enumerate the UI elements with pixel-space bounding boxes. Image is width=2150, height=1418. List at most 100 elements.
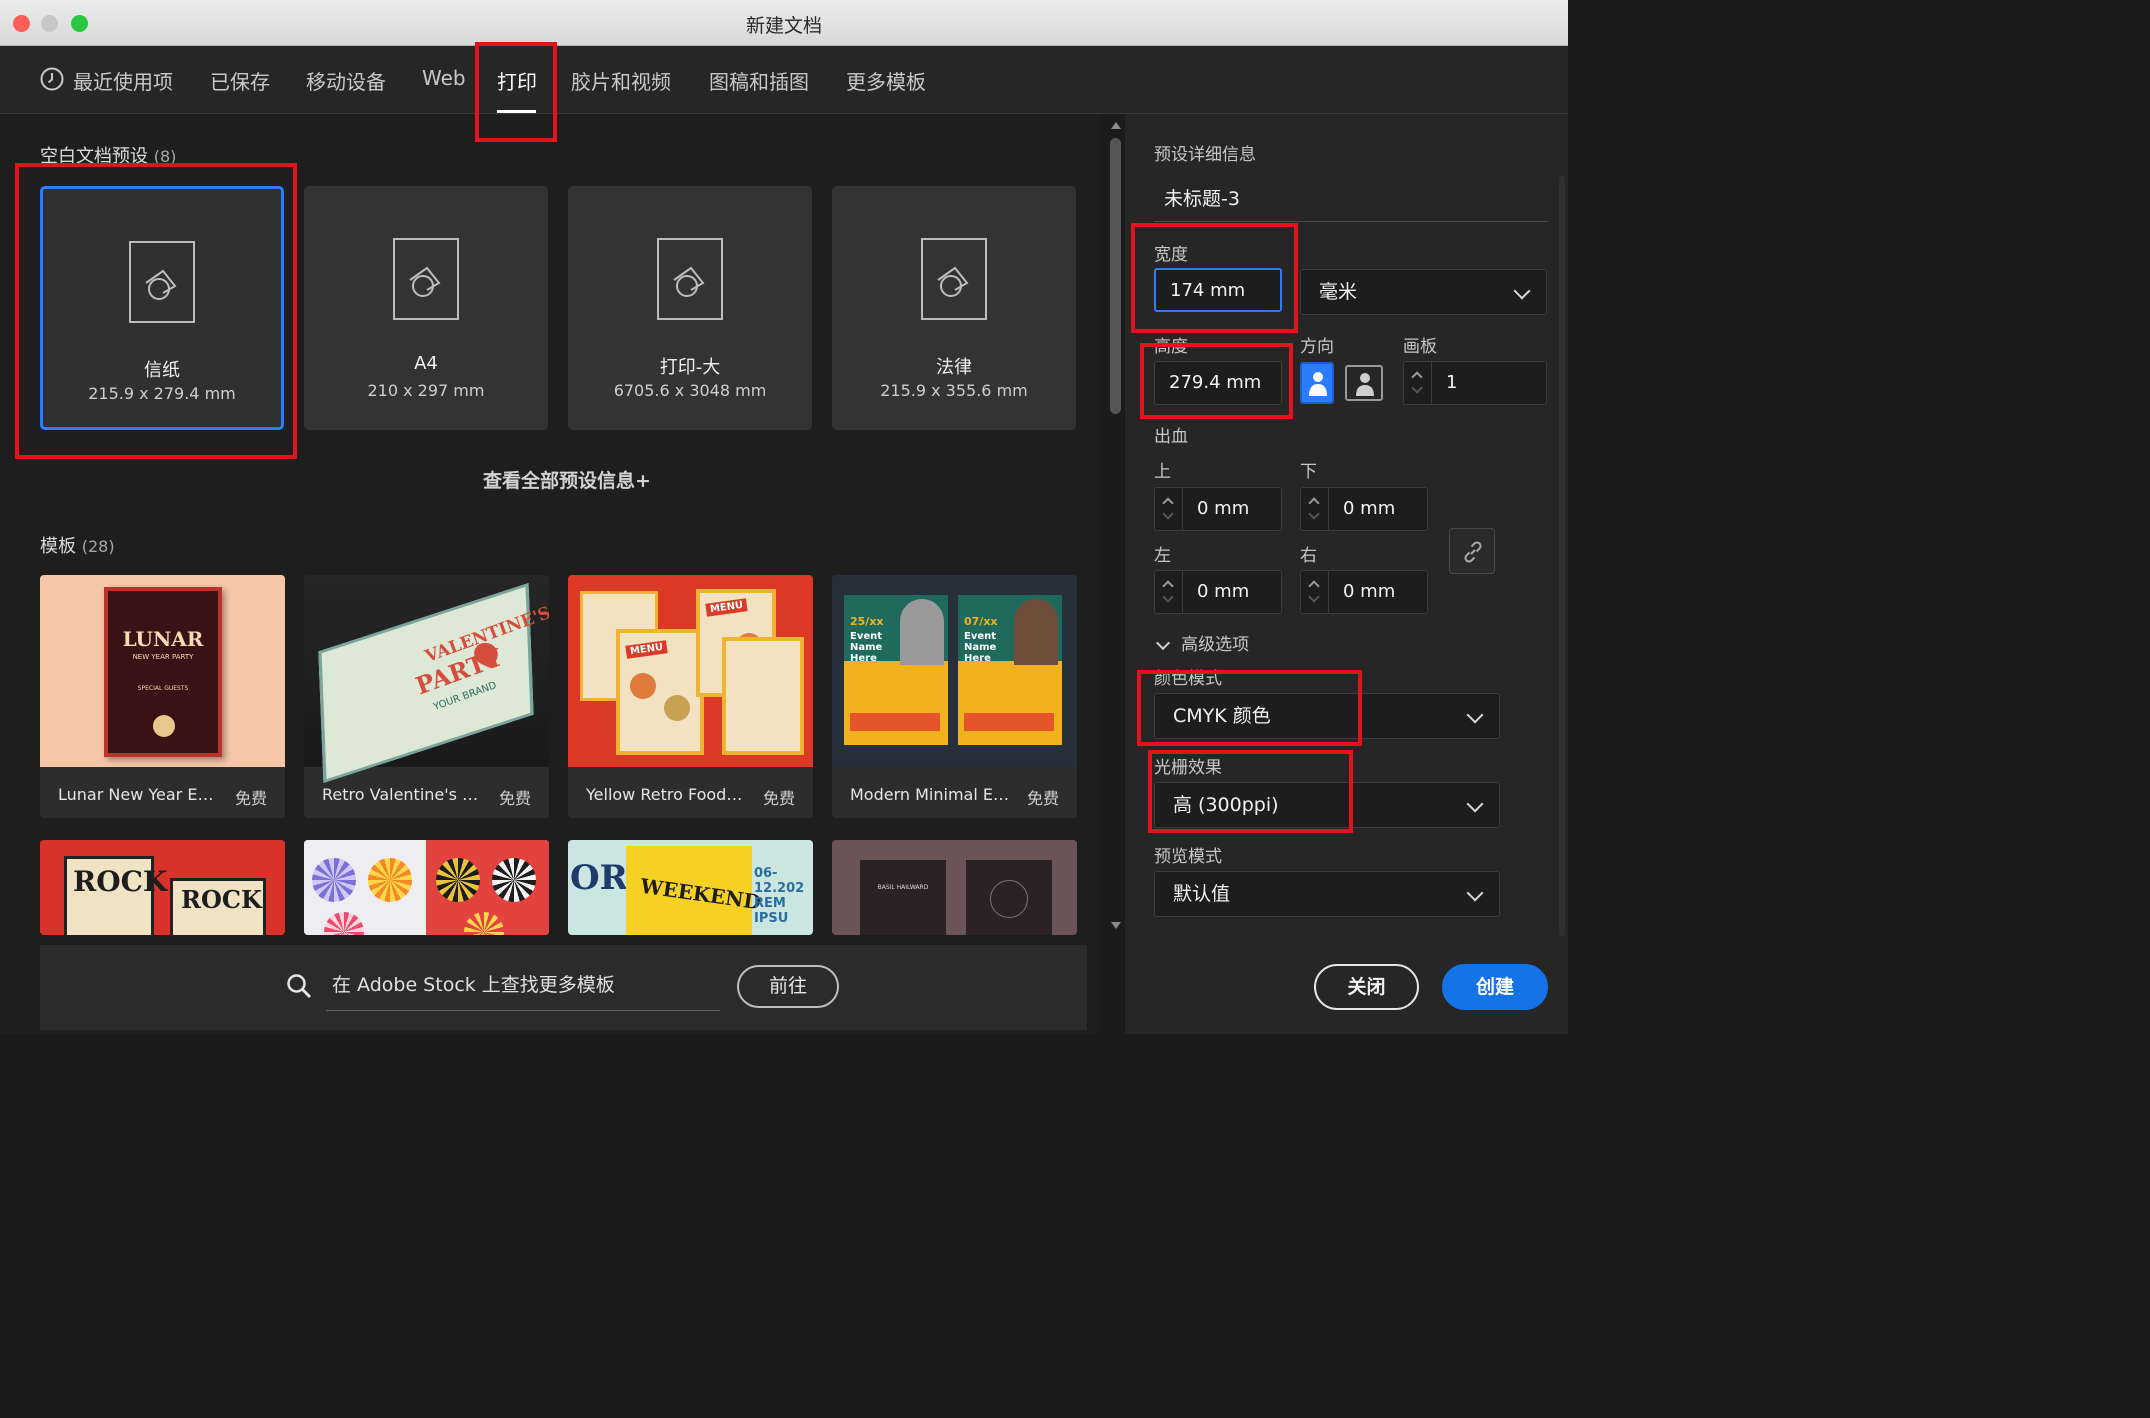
chevron-up-icon[interactable] [1308,580,1320,592]
food-shape [664,695,690,721]
chevron-up-icon[interactable] [1411,371,1423,383]
preset-card-letter[interactable]: 信纸 215.9 x 279.4 mm [40,186,284,430]
tab-saved[interactable]: 已保存 [210,66,270,95]
adobe-stock-search-bar: 在 Adobe Stock 上查找更多模板 前往 [40,945,1087,1030]
chevron-down-icon[interactable] [1308,508,1320,520]
circle-shape [990,880,1028,918]
preset-name: 法律 [936,357,972,378]
height-input[interactable]: 279.4 mm [1154,361,1282,405]
color-mode-value: CMYK 颜色 [1173,705,1271,727]
bleed-top-input[interactable]: 0 mm [1182,487,1282,531]
portrait-orientation-button[interactable] [1300,362,1334,404]
template-card-lunar[interactable]: LUNAR NEW YEAR PARTY SPECIAL GUESTS Luna… [40,575,285,818]
search-icon [287,974,311,998]
preset-size: 210 x 297 mm [367,381,485,400]
chevron-down-icon [1466,884,1484,902]
template-card-valentine[interactable]: VALENTINE'S PARTY YOUR BRAND Retro Valen… [304,575,549,818]
tab-print[interactable]: 打印 [497,66,537,95]
thumb-text: SPECIAL GUESTS [137,685,189,692]
menu-shape [722,637,804,755]
tab-film-video[interactable]: 胶片和视频 [571,66,671,95]
bleed-bottom-input[interactable]: 0 mm [1328,487,1428,531]
details-scrollbar[interactable] [1559,176,1565,936]
templates-title: 模板 [40,536,76,557]
blank-presets-title: 空白文档预设 [40,146,148,167]
flyer-strip [850,713,940,731]
raster-effects-dropdown[interactable]: 高 (300ppi) [1154,782,1500,828]
preview-mode-label: 预览模式 [1154,847,1222,867]
chevron-up-icon[interactable] [1308,497,1320,509]
create-button[interactable]: 创建 [1442,964,1548,1010]
chevron-down-icon[interactable] [1162,591,1174,603]
preset-name: 打印-大 [659,357,721,378]
card-shape [966,860,1052,935]
thumb-text: BASIL HAILWARD [877,884,929,891]
thumb-text: Event Name Here [964,631,997,664]
advanced-options-toggle[interactable]: 高级选项 [1154,630,1249,655]
active-tab-indicator [497,110,536,113]
artboard-stepper[interactable] [1403,361,1431,405]
chevron-down-icon[interactable] [1308,591,1320,603]
bleed-bottom-label: 下 [1300,462,1317,482]
landscape-orientation-button[interactable] [1345,365,1383,401]
preset-card-print-large[interactable]: 打印-大 6705.6 x 3048 mm [568,186,812,430]
width-input[interactable]: 174 mm [1154,268,1282,312]
template-card-rock[interactable]: ROCK ROCK [40,840,285,935]
tab-art-illustration[interactable]: 图稿和插图 [709,66,809,95]
chevron-down-icon [1155,635,1171,651]
scroll-up-arrow[interactable] [1111,122,1121,129]
chevron-up-icon[interactable] [1162,580,1174,592]
template-card-weekend[interactable]: ORE WEEKEND 06-12.202 REM IPSU [568,840,813,935]
tab-web[interactable]: Web [422,66,466,90]
templates-heading: 模板 (28) [40,532,115,558]
document-preset-icon [129,241,195,323]
tab-recent[interactable]: 最近使用项 [73,66,173,95]
view-all-presets-link[interactable]: 查看全部预设信息+ [483,466,651,493]
bleed-right-input[interactable]: 0 mm [1328,570,1428,614]
document-preset-icon [921,238,987,320]
chevron-up-icon[interactable] [1162,497,1174,509]
template-card-basil[interactable]: BASIL HAILWARD [832,840,1077,935]
template-card-spirals[interactable] [304,840,549,935]
template-price: 免费 [762,789,795,808]
bleed-bottom-stepper[interactable] [1300,487,1328,531]
person-photo-shape [900,599,944,665]
link-bleed-button[interactable] [1449,528,1495,574]
document-name-field[interactable]: 未标题-3 [1164,184,1240,211]
scroll-down-arrow[interactable] [1111,922,1121,929]
thumb-text: REM IPSU [754,896,789,926]
thumb-text: WEEKEND [638,873,763,915]
chevron-down-icon[interactable] [1411,382,1423,394]
preset-card-a4[interactable]: A4 210 x 297 mm [304,186,548,430]
blank-presets-count: (8) [153,147,177,166]
preview-mode-dropdown[interactable]: 默认值 [1154,871,1500,917]
height-label: 高度 [1154,337,1188,357]
spiral-shape [368,858,412,902]
thumb-text: LUNAR [122,627,204,651]
bleed-left-input[interactable]: 0 mm [1182,570,1282,614]
spiral-shape [492,858,536,902]
stock-search-input[interactable]: 在 Adobe Stock 上查找更多模板 [326,969,720,1011]
scroll-thumb[interactable] [1110,138,1121,414]
stock-go-button[interactable]: 前往 [737,965,839,1008]
tab-mobile[interactable]: 移动设备 [306,66,386,95]
window-title: 新建文档 [745,15,822,37]
flyer-shape: 07/xx Event Name Here [958,595,1062,745]
preset-name: 信纸 [144,360,180,381]
template-thumbnail: LUNAR NEW YEAR PARTY SPECIAL GUESTS [40,575,285,767]
close-button[interactable]: 关闭 [1314,964,1419,1010]
presets-scrollbar[interactable] [1108,122,1123,937]
artboard-count-input[interactable]: 1 [1431,361,1547,405]
bleed-right-stepper[interactable] [1300,570,1328,614]
template-name: Lunar New Year Even... [58,785,218,804]
preset-card-legal[interactable]: 法律 215.9 x 355.6 mm [832,186,1076,430]
color-mode-dropdown[interactable]: CMYK 颜色 [1154,693,1500,739]
template-card-modern-event[interactable]: 25/xx Event Name Here 07/xx Event Name H… [832,575,1077,818]
tab-more-templates[interactable]: 更多模板 [846,66,926,95]
chevron-down-icon[interactable] [1162,508,1174,520]
bleed-left-stepper[interactable] [1154,570,1182,614]
unit-dropdown[interactable]: 毫米 [1300,269,1547,315]
template-card-food-menu[interactable]: MENU MENU Yellow Retro Food M... 免费 [568,575,813,818]
bleed-top-stepper[interactable] [1154,487,1182,531]
unit-value: 毫米 [1319,281,1358,303]
